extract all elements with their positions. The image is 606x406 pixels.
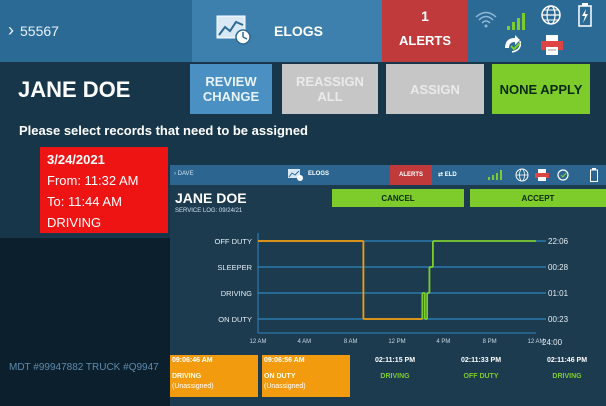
record-to: To: 11:44 AM bbox=[47, 194, 122, 209]
service-log-overlay: › DAVE ELOGS ALERTS ⇄ ELD JANE DOE SERVI… bbox=[170, 165, 606, 406]
x-tick-label: 4 PM bbox=[436, 339, 450, 345]
overlay-elogs-label: ELOGS bbox=[308, 171, 330, 177]
overlay-record[interactable]: 02:11:15 PM DRIVING bbox=[350, 355, 438, 397]
elogs-chart-icon bbox=[216, 15, 251, 45]
row-total: 00:28 bbox=[548, 263, 569, 272]
driver-name: JANE DOE bbox=[18, 77, 131, 102]
record-from: From: 11:32 AM bbox=[47, 173, 139, 188]
row-total: 22:06 bbox=[548, 237, 569, 246]
record-time: 09:06:46 AM bbox=[172, 357, 213, 364]
overlay-elogs-tab[interactable]: ELOGS bbox=[288, 169, 348, 181]
row-label: SLEEPER bbox=[217, 263, 252, 272]
elogs-tab[interactable]: ELOGS bbox=[192, 0, 382, 62]
vehicle-selector[interactable]: › 55567 bbox=[8, 20, 59, 41]
record-status: DRIVING bbox=[172, 373, 202, 380]
globe-icon[interactable] bbox=[540, 4, 562, 26]
record-time: 02:11:15 PM bbox=[374, 357, 416, 364]
row-label: DRIVING bbox=[221, 289, 252, 298]
alerts-button[interactable]: 1 ALERTS bbox=[382, 0, 468, 62]
x-tick-label: 8 PM bbox=[483, 339, 497, 345]
record-status: ON DUTY bbox=[264, 373, 296, 380]
overlay-eld-label[interactable]: ⇄ ELD bbox=[438, 171, 457, 178]
sync-icon[interactable] bbox=[502, 34, 524, 54]
record-status: DRIVING bbox=[47, 215, 102, 230]
total-hours: 24:00 bbox=[542, 338, 563, 347]
x-tick-label: 4 AM bbox=[297, 339, 311, 345]
record-status: DRIVING bbox=[380, 373, 410, 380]
record-date: 3/24/2021 bbox=[47, 152, 105, 167]
overlay-vehicle-name: DAVE bbox=[177, 171, 194, 177]
overlay-eld-text: ELD bbox=[444, 172, 457, 178]
row-total: 00:23 bbox=[548, 315, 569, 324]
overlay-signal-icon bbox=[488, 170, 502, 180]
service-log-date: SERVICE LOG: 09/24/21 bbox=[175, 208, 243, 214]
record-time: 02:11:33 PM bbox=[460, 357, 502, 364]
row-total: 01:01 bbox=[548, 289, 569, 298]
none-apply-button[interactable]: NONE APPLY bbox=[492, 64, 590, 114]
overlay-record[interactable]: 09:06:56 AM ON DUTY (Unassigned) bbox=[262, 355, 350, 397]
reassign-all-button[interactable]: REASSIGN ALL bbox=[282, 64, 378, 114]
vehicle-number: 55567 bbox=[20, 23, 59, 39]
overlay-record[interactable]: 02:11:46 PM DRIVING bbox=[522, 355, 606, 397]
record-card[interactable]: 3/24/2021 From: 11:32 AM To: 11:44 AM DR… bbox=[40, 147, 168, 233]
record-assignment: (Unassigned) bbox=[172, 383, 214, 390]
overlay-battery-icon bbox=[590, 168, 598, 182]
app-root: › 55567 ELOGS 1 ALERTS JANE DOE REVIEW C… bbox=[0, 0, 606, 406]
overlay-sync-icon[interactable] bbox=[556, 168, 570, 182]
footer-device-info: MDT #99947882 TRUCK #Q9947 bbox=[9, 362, 159, 373]
overlay-globe-icon[interactable] bbox=[515, 168, 529, 182]
record-assignment: (Unassigned) bbox=[264, 383, 306, 390]
overlay-eld-icon: ⇄ bbox=[438, 172, 445, 178]
instruction-text: Please select records that need to be as… bbox=[19, 123, 309, 138]
overlay-vehicle[interactable]: › DAVE bbox=[174, 171, 194, 177]
x-tick-label: 12 AM bbox=[249, 339, 266, 345]
row-label: ON DUTY bbox=[218, 315, 252, 324]
battery-icon bbox=[578, 3, 592, 27]
signal-icon bbox=[507, 13, 525, 30]
x-tick-label: 8 AM bbox=[344, 339, 358, 345]
record-time: 02:11:46 PM bbox=[546, 357, 588, 364]
row-label: OFF DUTY bbox=[215, 237, 253, 246]
chevron-right-icon: › bbox=[8, 20, 14, 40]
overlay-printer-icon[interactable] bbox=[535, 168, 549, 182]
record-status: DRIVING bbox=[552, 373, 582, 380]
overlay-alerts-button[interactable]: ALERTS bbox=[390, 165, 432, 185]
review-line2: CHANGE bbox=[202, 89, 260, 104]
top-bar: › 55567 ELOGS 1 ALERTS bbox=[0, 0, 606, 62]
overlay-driver-name: JANE DOE bbox=[175, 190, 247, 206]
overlay-top-bar: › DAVE ELOGS ALERTS ⇄ ELD bbox=[170, 165, 606, 185]
review-line1: REVIEW bbox=[205, 74, 257, 89]
alerts-label: ALERTS bbox=[399, 33, 451, 48]
status-icons bbox=[468, 0, 606, 62]
review-change-button[interactable]: REVIEW CHANGE bbox=[190, 64, 272, 114]
overlay-record[interactable]: 09:06:46 AM DRIVING (Unassigned) bbox=[170, 355, 258, 397]
accept-button[interactable]: ACCEPT bbox=[470, 189, 606, 207]
record-time: 09:06:56 AM bbox=[264, 357, 305, 364]
overlay-elogs-icon bbox=[288, 169, 303, 181]
x-tick-label: 12 PM bbox=[388, 339, 405, 345]
record-status: OFF DUTY bbox=[463, 373, 499, 380]
printer-icon[interactable] bbox=[540, 34, 564, 56]
elogs-label: ELOGS bbox=[274, 23, 324, 39]
assign-button[interactable]: ASSIGN bbox=[386, 64, 484, 114]
alerts-count: 1 bbox=[421, 8, 429, 24]
cancel-button[interactable]: CANCEL bbox=[332, 189, 464, 207]
wifi-icon bbox=[475, 11, 497, 28]
duty-status-chart: OFF DUTY 22:06 SLEEPER 00:28 DRIVING 01:01 ON … bbox=[215, 233, 569, 347]
overlay-record[interactable]: 02:11:33 PM OFF DUTY bbox=[436, 355, 524, 397]
